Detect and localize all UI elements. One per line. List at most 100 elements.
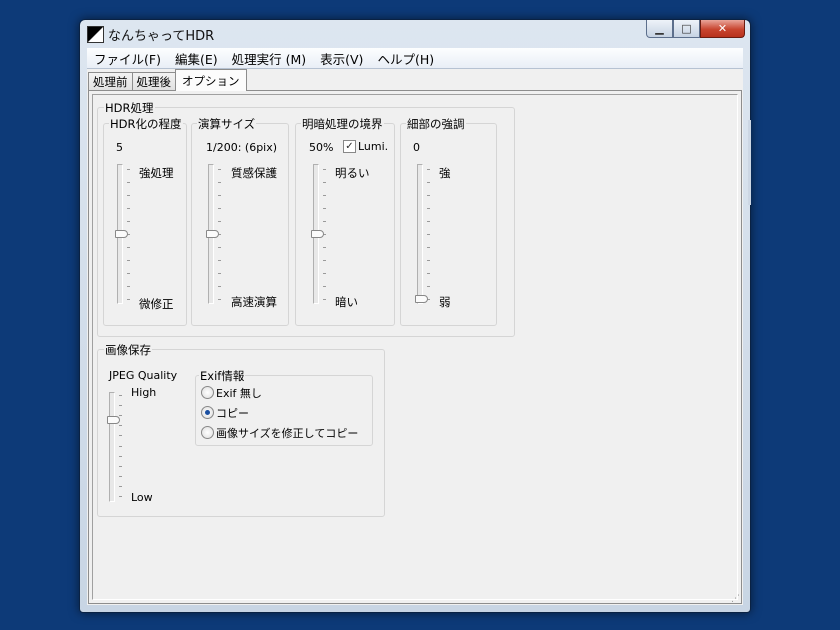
close-button[interactable]: ✕ [700, 20, 745, 38]
slider-tick [427, 286, 430, 287]
close-icon: ✕ [717, 22, 728, 35]
slider-tick [127, 182, 130, 183]
options-page: HDR処理 HDR化の程度 5 強処理 微修正 演算サイズ 1/200: (6p… [88, 90, 742, 604]
size-slider-thumb[interactable] [206, 230, 219, 238]
maximize-icon: □ [681, 22, 692, 35]
slider-tick [427, 182, 430, 183]
slider-tick [323, 182, 326, 183]
slider-tick [119, 435, 122, 436]
slider-tick [119, 486, 122, 487]
jpeg-slider-thumb[interactable] [107, 416, 120, 424]
slider-tick [427, 195, 430, 196]
slider-tick [119, 456, 122, 457]
slider-tick [119, 466, 122, 467]
exif-none-label: Exif 無し [216, 387, 262, 400]
boundary-slider-thumb[interactable] [311, 230, 324, 238]
size-bottom-label: 高速演算 [231, 295, 277, 309]
jpeg-bottom-label: Low [131, 491, 153, 504]
jpeg-slider-track[interactable] [109, 392, 115, 502]
slider-tick [127, 195, 130, 196]
check-icon: ✓ [345, 141, 354, 152]
exif-title: Exif情報 [199, 368, 246, 384]
slider-tick [427, 273, 430, 274]
slider-tick [323, 169, 326, 170]
exif-resize-copy-radio[interactable] [201, 426, 214, 439]
detail-value: 0 [413, 141, 420, 154]
slider-tick [218, 195, 221, 196]
jpeg-title: JPEG Quality [109, 369, 178, 382]
degree-slider-thumb[interactable] [115, 230, 128, 238]
slider-tick [127, 299, 130, 300]
caption-buttons: ▁ □ ✕ [646, 20, 745, 38]
minimize-button[interactable]: ▁ [646, 20, 673, 38]
menu-process[interactable]: 処理実行 (M) [225, 49, 314, 68]
detail-slider-thumb[interactable] [415, 295, 428, 303]
slider-tick [323, 286, 326, 287]
tab-after[interactable]: 処理後 [131, 72, 176, 91]
boundary-group: 明暗処理の境界 50% ✓ Lumi. 明るい 暗い [295, 116, 395, 326]
slider-tick [218, 273, 221, 274]
exif-copy-label: コピー [216, 407, 249, 420]
slider-tick [127, 247, 130, 248]
slider-tick [119, 476, 122, 477]
exif-copy-radio[interactable] [201, 406, 214, 419]
menu-file[interactable]: ファイル(F) [87, 49, 168, 68]
lumi-checkbox[interactable]: ✓ [343, 140, 356, 153]
detail-group: 細部の強調 0 強 弱 [400, 116, 497, 326]
boundary-value: 50% [309, 141, 334, 154]
slider-tick [127, 260, 130, 261]
slider-tick [127, 208, 130, 209]
slider-tick [323, 247, 326, 248]
tab-strip: 処理前 処理後 オプション [88, 69, 247, 91]
detail-bottom-label: 弱 [439, 295, 451, 309]
tab-before[interactable]: 処理前 [88, 72, 133, 91]
degree-top-label: 強処理 [139, 166, 174, 180]
menu-help[interactable]: ヘルプ(H) [370, 49, 441, 68]
detail-top-label: 強 [439, 166, 451, 180]
hdr-group-title: HDR処理 [104, 100, 155, 116]
slider-tick [218, 182, 221, 183]
size-top-label: 質感保護 [231, 166, 277, 180]
detail-title: 細部の強調 [406, 116, 466, 132]
slider-tick [218, 247, 221, 248]
lumi-label: Lumi. [358, 140, 389, 153]
slider-tick [218, 169, 221, 170]
slider-tick [119, 405, 122, 406]
exif-resize-copy-label: 画像サイズを修正してコピー [216, 427, 359, 440]
degree-group: HDR化の程度 5 強処理 微修正 [103, 116, 187, 326]
resize-grip-icon[interactable]: ⋰ [731, 594, 740, 604]
exif-group: Exif情報 Exif 無し コピー 画像サイズを修正してコピー [195, 368, 373, 446]
slider-tick [127, 286, 130, 287]
degree-title: HDR化の程度 [109, 116, 183, 132]
menu-edit[interactable]: 編集(E) [168, 49, 225, 68]
degree-value: 5 [116, 141, 123, 154]
slider-tick [218, 299, 221, 300]
menu-bar: ファイル(F) 編集(E) 処理実行 (M) 表示(V) ヘルプ(H) [87, 48, 743, 69]
tab-options[interactable]: オプション [175, 69, 247, 91]
menu-view[interactable]: 表示(V) [313, 49, 370, 68]
slider-tick [119, 425, 122, 426]
slider-tick [218, 221, 221, 222]
slider-tick [427, 260, 430, 261]
slider-tick [427, 169, 430, 170]
app-window: なんちゃってHDR ▁ □ ✕ ファイル(F) 編集(E) 処理実行 (M) 表… [79, 19, 751, 613]
detail-slider-track[interactable] [417, 164, 423, 304]
minimize-icon: ▁ [655, 22, 664, 35]
slider-tick [323, 195, 326, 196]
exif-none-radio[interactable] [201, 386, 214, 399]
slider-tick [427, 208, 430, 209]
slider-tick [119, 395, 122, 396]
title-bar[interactable]: なんちゃってHDR ▁ □ ✕ [80, 20, 750, 48]
slider-tick [323, 221, 326, 222]
boundary-bottom-label: 暗い [335, 295, 358, 309]
jpeg-ticks [119, 395, 123, 497]
slider-tick [127, 221, 130, 222]
hdr-group: HDR処理 HDR化の程度 5 強処理 微修正 演算サイズ 1/200: (6p… [97, 100, 515, 337]
slider-tick [323, 260, 326, 261]
slider-tick [119, 496, 122, 497]
maximize-button[interactable]: □ [673, 20, 700, 38]
options-panel: HDR処理 HDR化の程度 5 強処理 微修正 演算サイズ 1/200: (6p… [92, 94, 738, 600]
slider-tick [119, 446, 122, 447]
window-title: なんちゃってHDR [108, 29, 215, 44]
slider-tick [127, 169, 130, 170]
